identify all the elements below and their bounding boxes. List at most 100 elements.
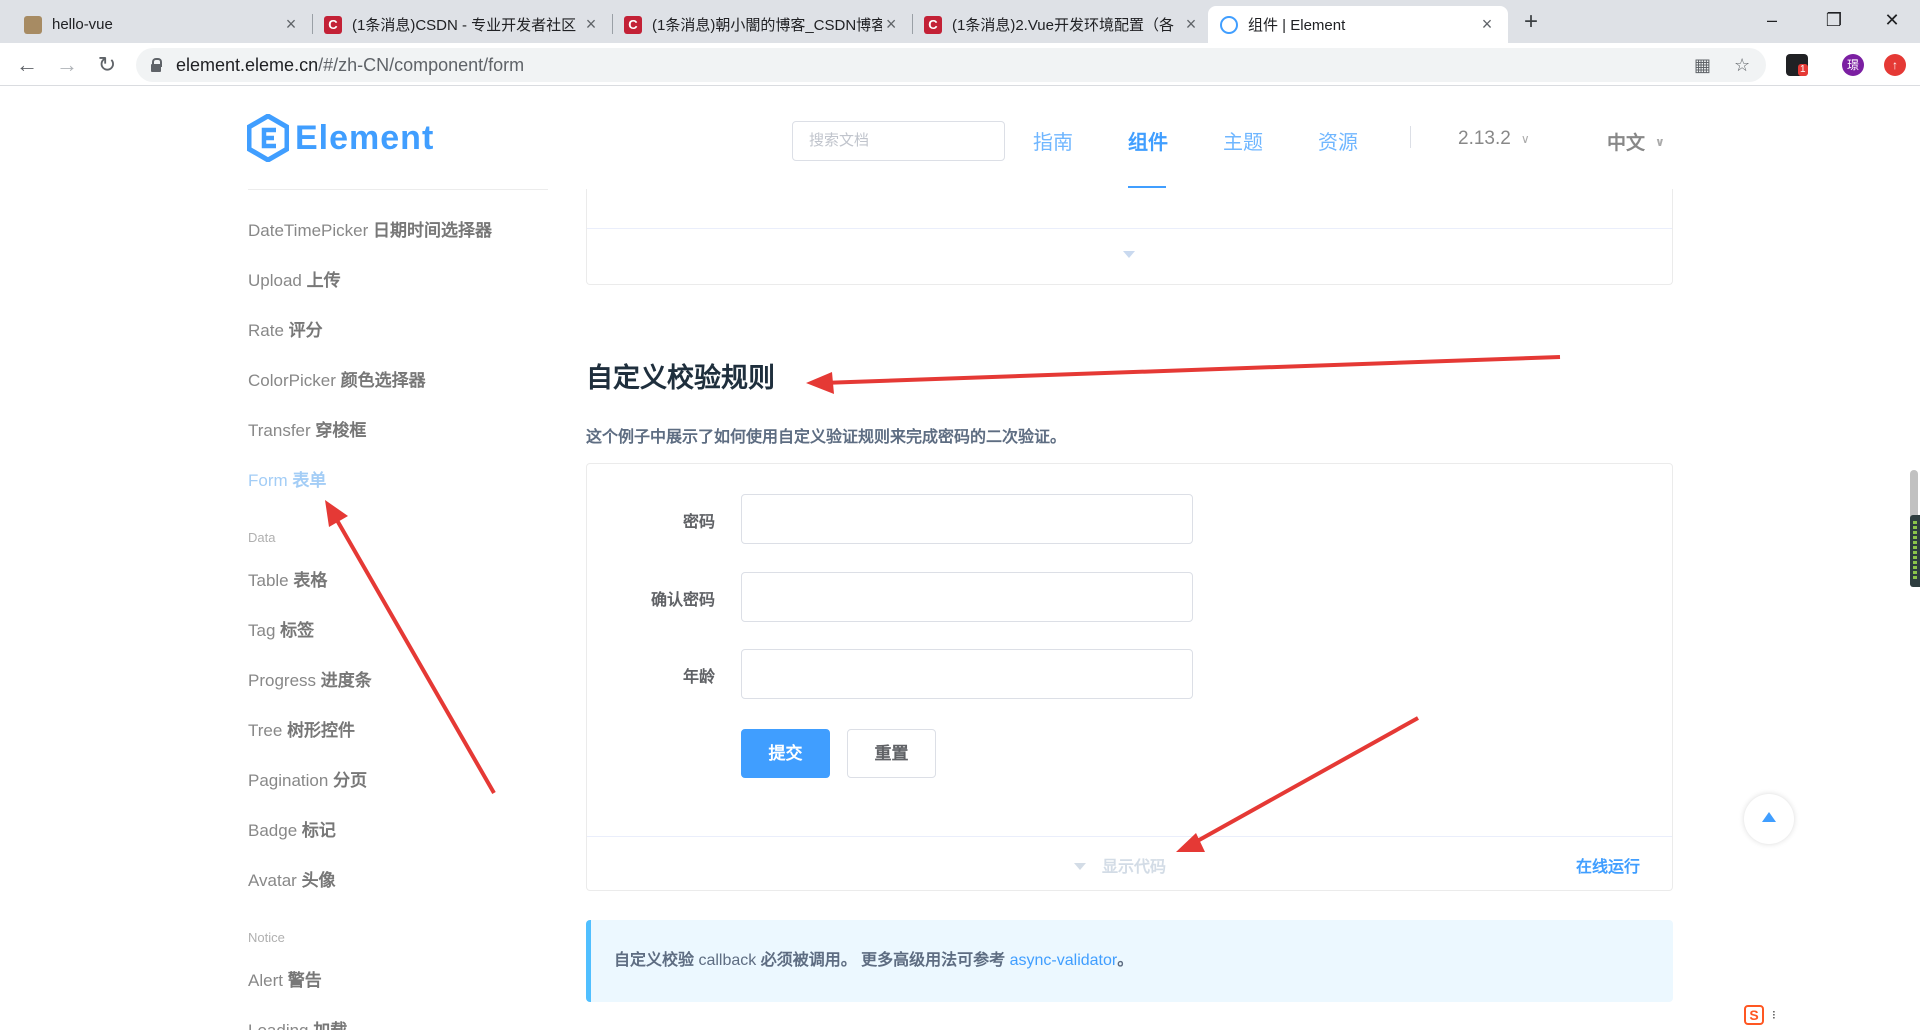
sidebar-item-zh: 加载	[313, 1021, 347, 1030]
close-tab-icon[interactable]: ×	[882, 14, 900, 35]
caret-down-icon	[1074, 863, 1086, 870]
bookmark-star-icon[interactable]: ☆	[1734, 48, 1750, 82]
sidebar-item-loading[interactable]: Loading 加载	[248, 1016, 347, 1030]
sidebar-item-zh: 上传	[306, 271, 341, 290]
translate-icon[interactable]: ▦	[1694, 48, 1711, 82]
floating-widget[interactable]	[1910, 515, 1920, 587]
language-dropdown[interactable]: 中文 ∨	[1607, 128, 1665, 155]
close-tab-icon[interactable]: ×	[582, 14, 600, 35]
reload-icon[interactable]: ↻	[92, 50, 122, 80]
previous-demo-block	[586, 189, 1673, 285]
new-tab-icon[interactable]: +	[1516, 8, 1546, 38]
nav-resources[interactable]: 资源	[1318, 126, 1358, 155]
url-host: element.eleme.cn	[176, 54, 319, 75]
sidebar-item-zh: 日期时间选择器	[373, 221, 493, 240]
close-tab-icon[interactable]: ×	[1182, 14, 1200, 35]
caret-down-icon[interactable]	[1123, 251, 1135, 258]
address-toolbar: ← → ↻ element.eleme.cn/#/zh-CN/component…	[0, 43, 1920, 86]
browser-tab[interactable]: C (1条消息)朝小闇的博客_CSDN博客 ×	[612, 6, 912, 43]
sidebar-item-alert[interactable]: Alert 警告	[248, 966, 322, 991]
tip-code: callback	[698, 952, 757, 969]
lock-icon	[150, 58, 162, 72]
restore-icon[interactable]: ❐	[1806, 0, 1862, 40]
csdn-icon: C	[924, 15, 942, 34]
sidebar-item-zh: 穿梭框	[315, 421, 367, 440]
nav-theme[interactable]: 主题	[1223, 126, 1263, 155]
close-tab-icon[interactable]: ×	[282, 14, 300, 35]
sidebar-item-en: Transfer	[248, 421, 311, 440]
minimize-icon[interactable]: –	[1744, 0, 1800, 40]
sidebar-item-zh: 评分	[288, 321, 323, 340]
browser-tab-active[interactable]: 组件 | Element ×	[1208, 6, 1508, 43]
doc-search-input[interactable]: 搜索文档	[792, 121, 1005, 161]
logo-text: Element	[295, 118, 435, 157]
browser-tab[interactable]: C (1条消息)2.Vue开发环境配置（各 ×	[912, 6, 1212, 43]
confirm-password-input[interactable]	[741, 572, 1193, 622]
upload-extension-icon[interactable]: ↑	[1884, 54, 1906, 76]
sidebar-item-badge[interactable]: Badge 标记	[248, 816, 336, 841]
image-favicon-icon	[24, 15, 42, 34]
sidebar-item-zh: 警告	[287, 971, 322, 990]
sidebar-item-form[interactable]: Form 表单	[248, 466, 326, 491]
version-dropdown[interactable]: 2.13.2 ∨	[1458, 128, 1530, 150]
show-code-toggle[interactable]: 显示代码	[1102, 853, 1166, 877]
reset-button[interactable]: 重置	[847, 729, 936, 778]
sidebar-item-pagination[interactable]: Pagination 分页	[248, 766, 367, 791]
sidebar-item-zh: 进度条	[320, 671, 372, 690]
tab-title: hello-vue	[52, 16, 113, 33]
sidebar-item-transfer[interactable]: Transfer 穿梭框	[248, 416, 366, 441]
ime-menu-icon: ⁝	[1772, 1008, 1776, 1022]
sidebar-item-rate[interactable]: Rate 评分	[248, 316, 323, 341]
language-label: 中文	[1607, 133, 1646, 154]
sidebar-item-avatar[interactable]: Avatar 头像	[248, 866, 336, 891]
tab-title: (1条消息)CSDN - 专业开发者社区	[352, 17, 577, 34]
chevron-down-icon: ∨	[1520, 132, 1530, 146]
sidebar-item-en: DateTimePicker	[248, 221, 369, 240]
extension-badge: 1	[1798, 64, 1808, 76]
close-window-icon[interactable]: ✕	[1864, 0, 1920, 40]
ime-toolbar[interactable]: S ⁝	[1744, 1004, 1792, 1026]
sidebar-item-table[interactable]: Table 表格	[248, 566, 327, 591]
tab-title: 组件 | Element	[1248, 17, 1346, 34]
age-input[interactable]	[741, 649, 1193, 699]
section-description: 这个例子中展示了如何使用自定义验证规则来完成密码的二次验证。	[586, 429, 1067, 446]
tip-text: 。	[1117, 952, 1134, 969]
csdn-icon: C	[324, 15, 342, 34]
annotation-arrowhead	[806, 372, 834, 394]
sidebar-item-upload[interactable]: Upload 上传	[248, 266, 341, 291]
run-online-link[interactable]: 在线运行	[1576, 853, 1640, 877]
csdn-icon: C	[624, 15, 642, 34]
profile-avatar[interactable]: 璟	[1842, 54, 1864, 76]
component-sidebar: DateTimePicker 日期时间选择器 Upload 上传 Rate 评分…	[248, 189, 548, 1030]
sidebar-item-progress[interactable]: Progress 进度条	[248, 666, 372, 691]
back-icon[interactable]: ←	[12, 50, 42, 80]
tab-title: (1条消息)2.Vue开发环境配置（各	[952, 17, 1174, 34]
close-tab-icon[interactable]: ×	[1478, 14, 1496, 35]
sidebar-group-data: Data	[248, 530, 276, 545]
submit-button[interactable]: 提交	[741, 729, 830, 778]
sidebar-item-en: Avatar	[248, 871, 297, 890]
url-bar[interactable]: element.eleme.cn/#/zh-CN/component/form …	[136, 48, 1766, 82]
nav-guide[interactable]: 指南	[1033, 126, 1073, 155]
sidebar-item-en: ColorPicker	[248, 371, 336, 390]
element-logo-icon	[247, 114, 289, 162]
sidebar-item-zh: 树形控件	[287, 721, 356, 740]
sidebar-item-colorpicker[interactable]: ColorPicker 颜色选择器	[248, 366, 426, 391]
section-title: 自定义校验规则	[586, 363, 775, 393]
sidebar-item-zh: 表格	[293, 571, 328, 590]
back-to-top-button[interactable]	[1744, 794, 1794, 844]
extension-icon[interactable]: 1	[1786, 54, 1808, 76]
age-label: 年龄	[682, 669, 715, 686]
forward-icon[interactable]: →	[52, 50, 82, 80]
browser-tab[interactable]: C (1条消息)CSDN - 专业开发者社区 ×	[312, 6, 612, 43]
async-validator-link[interactable]: async-validator	[1010, 952, 1118, 969]
browser-tab[interactable]: hello-vue ×	[12, 6, 312, 43]
password-input[interactable]	[741, 494, 1193, 544]
sidebar-item-datetimepicker[interactable]: DateTimePicker 日期时间选择器	[248, 216, 492, 241]
element-logo[interactable]: Element	[247, 114, 434, 162]
nav-components[interactable]: 组件	[1128, 126, 1168, 155]
sidebar-item-tree[interactable]: Tree 树形控件	[248, 716, 355, 741]
sidebar-item-tag[interactable]: Tag 标签	[248, 616, 314, 641]
demo-control-bar[interactable]: 显示代码 在线运行	[587, 836, 1672, 891]
sidebar-item-en: Rate	[248, 321, 284, 340]
